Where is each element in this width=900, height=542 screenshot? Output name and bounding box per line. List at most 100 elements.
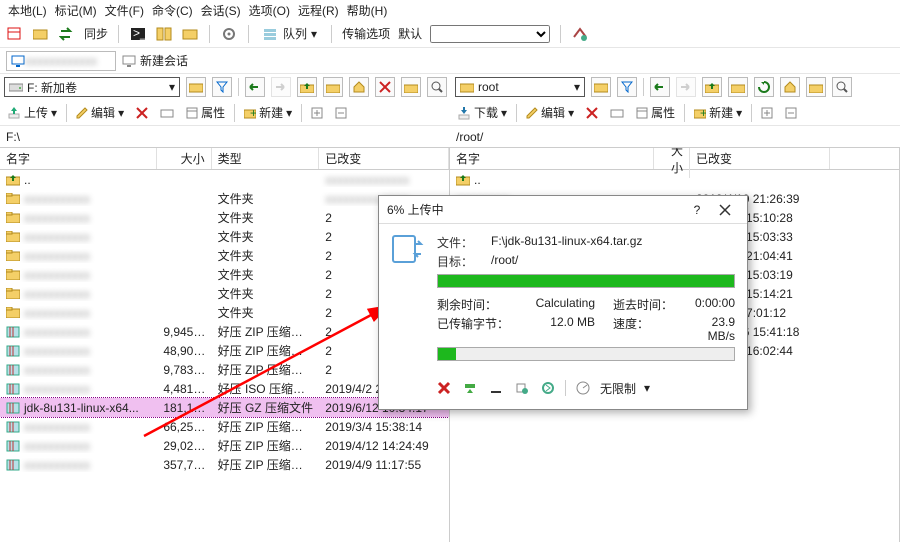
speed-limit-icon[interactable] (574, 379, 592, 397)
sync-label[interactable]: 同步 (84, 25, 108, 42)
address-book-icon[interactable] (6, 25, 24, 43)
file-row[interactable]: xxxxxxxxxxx 66,256 ... 好压 ZIP 压缩文件 2019/… (0, 417, 449, 436)
col-type[interactable]: 类型 (212, 148, 320, 169)
open-folder-icon[interactable] (591, 77, 611, 97)
minimize-window-button[interactable] (487, 379, 505, 397)
menu-help[interactable]: 帮助(H) (345, 2, 390, 19)
remote-path-combo[interactable]: root ▾ (455, 77, 585, 97)
target-value: /root/ (491, 253, 518, 270)
new-button[interactable]: +新建▾ (241, 103, 295, 123)
close-button[interactable] (711, 198, 739, 222)
rename-icon[interactable] (607, 103, 627, 123)
rename-icon[interactable] (157, 103, 177, 123)
root-folder-icon[interactable] (728, 77, 748, 97)
refresh-icon[interactable] (754, 77, 774, 97)
back-icon[interactable] (245, 77, 265, 97)
local-header[interactable]: 名字 大小 类型 已改变 (0, 148, 449, 170)
forward-icon[interactable] (676, 77, 696, 97)
up-folder-icon[interactable] (297, 77, 317, 97)
file-row[interactable]: xxxxxxxxxxx 357,722... 好压 ZIP 压缩文件 2019/… (0, 455, 449, 474)
props-button[interactable]: 属性 (633, 103, 678, 123)
root-folder-icon[interactable] (323, 77, 343, 97)
transfer-mode-button[interactable] (539, 379, 557, 397)
menu-remote[interactable]: 远程(R) (296, 2, 341, 19)
queue-dropdown[interactable]: 队列 ▾ (259, 25, 321, 42)
separator (238, 78, 239, 96)
file-type: 好压 ZIP 压缩文件 (212, 437, 320, 454)
col-modified[interactable]: 已改变 (319, 148, 449, 169)
sync-roundtrip-icon[interactable] (58, 25, 76, 43)
menu-session[interactable]: 会话(S) (199, 2, 243, 19)
filter-icon[interactable] (617, 77, 637, 97)
collapse-icon[interactable] (782, 103, 800, 123)
menu-command[interactable]: 命令(C) (150, 2, 195, 19)
file-type: 好压 ISO 压缩文件 (212, 380, 320, 397)
col-size[interactable]: 大小 (157, 148, 211, 169)
settings-icon[interactable] (220, 25, 238, 43)
back-icon[interactable] (650, 77, 670, 97)
menu-mark[interactable]: 标记(M) (53, 2, 99, 19)
transfer-preset-select[interactable] (430, 25, 550, 43)
local-drive-combo[interactable]: F: 新加卷 ▾ (4, 77, 180, 97)
bookmark-folder-icon[interactable] (806, 77, 826, 97)
refresh-all-icon[interactable] (181, 25, 199, 43)
filter-icon[interactable] (212, 77, 232, 97)
minimize-transfer-button[interactable] (461, 379, 479, 397)
help-button[interactable]: ? (683, 198, 711, 222)
sync-folder-icon[interactable] (32, 25, 50, 43)
parent-dir-row[interactable]: ..xxxxxxxxxxxxxx (0, 170, 449, 189)
collapse-icon[interactable] (332, 103, 350, 123)
local-drive-label: F: 新加卷 (27, 79, 77, 96)
home-icon[interactable] (349, 77, 369, 97)
col-modified[interactable]: 已改变 (690, 148, 830, 169)
find-icon[interactable] (832, 77, 852, 97)
forward-icon[interactable] (271, 77, 291, 97)
dialog-titlebar[interactable]: 6% 上传中 ? (379, 196, 747, 224)
edit-button[interactable]: 编辑▾ (523, 103, 577, 123)
terminal-icon[interactable]: >_ (129, 25, 147, 43)
delete-bookmark-icon[interactable] (375, 77, 395, 97)
menu-local[interactable]: 本地(L) (6, 2, 49, 19)
delete-icon[interactable] (583, 103, 601, 123)
chevron-down-icon: ▾ (118, 106, 124, 120)
parent-dir-row[interactable]: .. (450, 170, 899, 189)
remote-path[interactable]: /root/ (450, 126, 900, 148)
props-button[interactable]: 属性 (183, 103, 228, 123)
expand-icon[interactable] (308, 103, 326, 123)
file-row[interactable]: xxxxxxxxxxx 29,022 ... 好压 ZIP 压缩文件 2019/… (0, 436, 449, 455)
menu-options[interactable]: 选项(O) (247, 2, 292, 19)
edit-button[interactable]: 编辑▾ (73, 103, 127, 123)
separator (331, 25, 332, 43)
cancel-transfer-button[interactable] (435, 379, 453, 397)
find-icon[interactable] (427, 77, 447, 97)
remote-header[interactable]: 名字 大小 已改变 (450, 148, 899, 170)
bookmark-folder-icon[interactable] (401, 77, 421, 97)
current-session-tab[interactable]: xxxxxxxxxxxx (6, 51, 116, 71)
expand-icon[interactable] (758, 103, 776, 123)
open-folder-icon[interactable] (186, 77, 206, 97)
transfer-settings-icon[interactable] (571, 25, 589, 43)
menu-file[interactable]: 文件(F) (103, 2, 146, 19)
download-button[interactable]: 下载▾ (454, 103, 510, 123)
upload-button[interactable]: 上传▾ (4, 103, 60, 123)
file-size: 181,192... (157, 401, 211, 415)
to-queue-button[interactable] (513, 379, 531, 397)
main-toolbar: 同步 >_ 队列 ▾ 传输选项 默认 (0, 20, 900, 48)
chevron-down-icon[interactable]: ▾ (644, 381, 650, 395)
home-icon[interactable] (780, 77, 800, 97)
col-name[interactable]: 名字 (0, 148, 157, 169)
transfer-default-label[interactable]: 默认 (398, 25, 422, 42)
col-name[interactable]: 名字 (450, 148, 654, 169)
up-folder-icon[interactable] (702, 77, 722, 97)
new-button[interactable]: +新建▾ (691, 103, 745, 123)
new-session-tab[interactable]: 新建会话 (122, 52, 188, 69)
ops-row: 上传▾ 编辑▾ 属性 +新建▾ 下载▾ 编辑▾ 属性 +新建▾ (0, 100, 900, 126)
path-row: F:\ /root/ (0, 126, 900, 148)
speed-limit-label[interactable]: 无限制 (600, 380, 636, 397)
compare-icon[interactable] (155, 25, 173, 43)
separator (643, 78, 644, 96)
upload-icon (7, 106, 21, 120)
svg-text:+: + (250, 107, 256, 119)
local-path[interactable]: F:\ (0, 126, 450, 148)
delete-icon[interactable] (133, 103, 151, 123)
